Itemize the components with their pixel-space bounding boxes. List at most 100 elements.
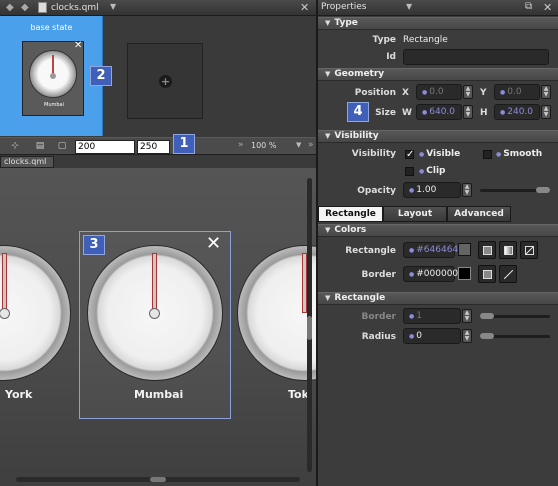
- close-icon[interactable]: ✕: [74, 40, 82, 51]
- design-canvas[interactable]: York Mumbai ✕ 3 Tok: [0, 168, 316, 486]
- snap-tool-icon[interactable]: ▤: [33, 140, 47, 153]
- width-spinner[interactable]: ▲ ▼: [463, 105, 473, 119]
- gradient-fill-button[interactable]: [499, 241, 517, 259]
- properties-tabs: Rectangle Layout Advanced: [318, 205, 558, 222]
- state-thumbnail[interactable]: Mumbai ✕: [22, 40, 84, 116]
- border-solid-button[interactable]: [478, 265, 496, 283]
- bounding-box-icon[interactable]: ▢: [55, 140, 69, 153]
- colors-section-header[interactable]: ▼ Colors: [318, 224, 558, 237]
- geometry-section-header[interactable]: ▼ Geometry: [318, 68, 558, 81]
- clock-hand: [52, 55, 54, 75]
- overflow-icon[interactable]: »: [238, 140, 244, 150]
- nav-forward-icon[interactable]: ◆: [21, 2, 29, 14]
- tab-advanced[interactable]: Advanced: [447, 206, 511, 222]
- radius-slider[interactable]: [480, 333, 550, 339]
- border-width-input[interactable]: ● 1: [403, 308, 461, 324]
- close-icon[interactable]: ✕: [300, 1, 309, 14]
- clip-checkbox[interactable]: [405, 167, 414, 176]
- collapse-triangle-icon: ▼: [325, 70, 331, 78]
- id-input[interactable]: [403, 49, 549, 65]
- slider-knob[interactable]: [480, 313, 494, 319]
- clock-face[interactable]: [0, 245, 71, 381]
- type-label: Type: [372, 35, 396, 45]
- border-width-spinner[interactable]: ▲ ▼: [462, 309, 472, 323]
- opacity-label: Opacity: [357, 186, 396, 196]
- canvas-height-input[interactable]: 250: [137, 140, 170, 154]
- remove-icon[interactable]: ✕: [206, 233, 221, 254]
- collapse-triangle-icon: ▼: [325, 294, 331, 302]
- tab-rectangle[interactable]: Rectangle: [318, 206, 383, 222]
- smooth-checkbox[interactable]: [483, 150, 492, 159]
- visibility-section-header[interactable]: ▼ Visibility: [318, 130, 558, 143]
- border-width-label: Border: [361, 312, 396, 322]
- callout-badge: 4: [347, 102, 369, 122]
- state-name-label: base state: [30, 23, 73, 32]
- border-width-slider[interactable]: [480, 313, 550, 319]
- y-spinner[interactable]: ▲ ▼: [541, 85, 551, 99]
- vertical-scrollbar[interactable]: [307, 178, 312, 472]
- scrollbar-thumb[interactable]: [307, 316, 312, 340]
- opacity-input[interactable]: ● 1.00: [403, 182, 461, 198]
- callout-badge: 2: [90, 66, 112, 86]
- x-label: X: [402, 88, 409, 98]
- properties-empty-area: [318, 350, 558, 486]
- rectangle-color-input[interactable]: ● #646464: [403, 242, 458, 258]
- tab-layout[interactable]: Layout: [383, 206, 447, 222]
- rectangle-color-swatch[interactable]: [458, 243, 471, 256]
- zoom-level[interactable]: 100 %: [251, 141, 276, 150]
- y-label: Y: [480, 88, 487, 98]
- chevron-down-icon[interactable]: ▼: [406, 2, 412, 11]
- chevron-down-icon[interactable]: ▼: [110, 2, 116, 11]
- select-tool-icon[interactable]: ⊹: [8, 140, 22, 153]
- x-input[interactable]: ● 0.0: [416, 84, 462, 100]
- editor-tab-bar: ◆ ◆ clocks.qml ▼ ✕: [0, 0, 316, 16]
- collapse-triangle-icon: ▼: [325, 19, 331, 27]
- rectangle-color-label: Rectangle: [345, 246, 396, 256]
- thumbnail-city-label: Mumbai: [44, 102, 64, 108]
- radius-spinner[interactable]: ▲ ▼: [462, 329, 472, 343]
- border-color-label: Border: [361, 270, 396, 280]
- opacity-spinner[interactable]: ▲ ▼: [462, 183, 472, 197]
- type-section-header[interactable]: ▼ Type: [318, 17, 558, 30]
- solid-fill-button[interactable]: [478, 241, 496, 259]
- canvas-tab[interactable]: clocks.qml: [0, 156, 54, 168]
- nav-back-icon[interactable]: ◆: [6, 2, 14, 14]
- border-color-swatch[interactable]: [458, 267, 471, 280]
- editor-pane: ◆ ◆ clocks.qml ▼ ✕ base state Mumbai ✕ +…: [0, 0, 316, 486]
- width-input[interactable]: ● 640.0: [416, 104, 462, 120]
- visible-checkbox[interactable]: ✓: [405, 150, 414, 160]
- visibility-label: Visibility: [351, 149, 396, 159]
- clock-pin: [50, 73, 56, 79]
- y-input[interactable]: ● 0.0: [494, 84, 540, 100]
- float-icon[interactable]: ⧉: [525, 1, 532, 12]
- add-state-button[interactable]: +: [127, 43, 203, 119]
- no-border-button[interactable]: [499, 265, 517, 283]
- opacity-slider[interactable]: [480, 187, 550, 193]
- city-label: Tok: [288, 388, 309, 401]
- height-input[interactable]: ● 240.0: [494, 104, 540, 120]
- collapse-triangle-icon: ▼: [325, 132, 331, 140]
- border-color-input[interactable]: ● #000000: [403, 266, 458, 282]
- open-file-name[interactable]: clocks.qml: [51, 1, 99, 15]
- radius-input[interactable]: ● 0: [403, 328, 461, 344]
- city-label: Mumbai: [134, 388, 184, 401]
- slider-knob[interactable]: [536, 187, 550, 193]
- x-spinner[interactable]: ▲ ▼: [463, 85, 473, 99]
- chevron-down-icon[interactable]: ▼: [296, 141, 301, 149]
- slider-knob[interactable]: [480, 333, 494, 339]
- rectangle-section-header[interactable]: ▼ Rectangle: [318, 292, 558, 305]
- radius-label: Radius: [361, 332, 396, 342]
- close-icon[interactable]: ✕: [543, 1, 552, 14]
- type-value: Rectangle: [403, 35, 448, 45]
- overflow-icon[interactable]: »: [308, 140, 314, 150]
- base-state-card[interactable]: base state Mumbai ✕: [0, 16, 103, 136]
- properties-pane: Properties ▼ ⧉ ✕ ▼ Type Type Rectangle Id…: [318, 0, 558, 486]
- canvas-width-input[interactable]: 200: [75, 140, 135, 154]
- horizontal-scrollbar[interactable]: [16, 477, 300, 482]
- clock-hand: [2, 253, 7, 313]
- scrollbar-thumb[interactable]: [150, 477, 166, 482]
- properties-title-bar: Properties ▼ ⧉ ✕: [318, 0, 558, 16]
- no-fill-button[interactable]: [520, 241, 538, 259]
- height-spinner[interactable]: ▲ ▼: [541, 105, 551, 119]
- size-label: Size: [375, 108, 396, 118]
